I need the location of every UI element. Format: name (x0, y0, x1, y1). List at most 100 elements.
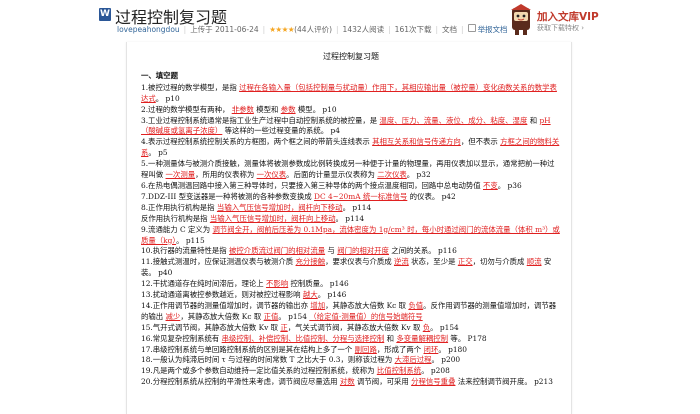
section-title: 一、填空题 (141, 70, 178, 80)
answer-text: 顺流 (526, 257, 542, 267)
question-text: 调节阀，可采用 (354, 377, 412, 387)
answer-text: 阀门的相对开度 (337, 246, 389, 256)
word-doc-icon: W (99, 8, 111, 21)
question-q11: 11.接触式测温时，应保证测温仪表与被测介质 充分接触，要求仪表与介质成 逆流 … (141, 257, 561, 279)
answer-text: 多变量解耦控制 (396, 333, 449, 343)
question-q5: 5.一种测量体与被测介质接触，测量体将被测参数成比例转换成另一种便于计量的物理量… (141, 159, 561, 181)
question-q1: 1.被控过程的数学模型，是指 过程在各输入量（包括控制量与扰动量）作用下，其相应… (141, 83, 561, 105)
question-text: 6.在热电偶测温回路中接入第三种导体时，只要接入第三种导体的两个接点温度相同，回… (141, 180, 483, 190)
answer-text: 正 (280, 322, 288, 332)
question-text: 15.气开式调节阀，其静态放大倍数 Kv 取 (141, 322, 281, 332)
answer-text: 串级控制、补偿控制、比值控制、分程与选择控制 (221, 333, 385, 343)
question-text: ，气关式调节阀，其静态放大倍数 Kv 取 (287, 322, 423, 332)
question-text: 14.正作用调节器的测量值增加时，调节器的输出亦 (141, 300, 311, 310)
page-title: 过程控制复习题 (323, 52, 379, 61)
report-label: 举报文档 (477, 25, 508, 34)
question-text: 10.执行器的流量特性是指 (141, 246, 230, 256)
question-text: 17.串级控制系统与单回路控制系统的区别是其在结构上多了一个 (141, 344, 355, 354)
question-q9: 9.流通能力 C 定义为 调节阀全开，阀前后压差为 0.1Mpa，流体密度为 1… (141, 225, 561, 247)
question-text: ，其静态放大倍数 Kc 取 (180, 311, 264, 321)
upload-date: 上传于 2011-06-24 (190, 25, 259, 34)
question-text: 模型和 (253, 104, 281, 114)
uploader-link[interactable]: lovepeahongdou (117, 25, 180, 34)
question-text: 8.正作用执行机构是指 (141, 202, 217, 212)
question-q20: 20.分程控制系统从控制的平滑性来考虑，调节阀应尽量选用 对数 调节阀，可采用 … (141, 377, 561, 388)
question-q18: 18.一般认为纯滞后时间 τ 与过程的时间常数 T 之比大于 0.3，则称该过程… (141, 355, 561, 366)
question-q6: 6.在热电偶测温回路中接入第三种导体时，只要接入第三种导体的两个接点温度相同，回… (141, 181, 561, 192)
question-q17: 17.串级控制系统与单回路控制系统的区别是其在结构上多了一个 副回路，形成了两个… (141, 345, 561, 356)
answer-text: 增加 (310, 300, 326, 310)
question-text: 。 p10 (155, 93, 180, 103)
rating-count: (44人评价) (294, 25, 333, 34)
question-text: 3.工业过程控制系统通常是指工业生产过程中自动控制系统的被控量，是 (141, 115, 380, 125)
question-text: 。 p154 (278, 311, 310, 321)
question-q2: 2.过程的数学模型有两种， 非参数 模型和 参数 模型。 p10 (141, 105, 561, 116)
answer-text: 大滞后过程 (394, 355, 432, 365)
question-text: 。 p146 (317, 290, 347, 300)
answer-text: 非参数 (231, 104, 254, 114)
question-text: 7.DDZ-III 型变送器是一种将被测的各种参数变换成 (141, 191, 315, 201)
answer-text: 被控介质流过阀门的相对流量 (229, 246, 326, 256)
answer-text: 越大 (302, 290, 318, 300)
download-count: 161次下载 (394, 25, 432, 34)
question-q15: 15.气开式调节阀，其静态放大倍数 Kv 取 正，气关式调节阀，其静态放大倍数 … (141, 323, 561, 334)
question-text: 。后面的计量显示仪表称为 (286, 170, 378, 180)
question-q14: 14.正作用调节器的测量值增加时，调节器的输出亦 增加 ，其静态放大倍数 Kc 取… (141, 301, 561, 323)
answer-text: 比值控制系统 (376, 366, 422, 376)
question-q16: 16.常见复杂控制系统有 串级控制、补偿控制、比值控制、分程与选择控制 和 多变… (141, 334, 561, 345)
answer-text: 温度、压力、流量、液位、成分、粘度、湿度 (379, 115, 528, 125)
question-text: 。 p114 (335, 213, 365, 223)
answer-text: 当输入气压信号增加时，阀杆向上移动 (209, 213, 336, 223)
question-q4: 4.表示过程控制系统控制关系的方框图，两个框之间的带箭头连线表示 其相互关系和信… (141, 137, 561, 159)
answer-text: 当输入气压信号增加时，阀杆向下移动 (216, 202, 343, 212)
answer-text: 副回路 (354, 344, 377, 354)
doc-header: W 过程控制复习题 lovepeahongdou | 上传于 2011-06-2… (0, 0, 700, 42)
question-text: 2.过程的数学模型有两种， (141, 104, 232, 114)
answer-text: 不影响 (265, 279, 289, 289)
answer-text: 分程信号重叠 (411, 377, 456, 387)
question-text: 。 p180 (438, 344, 467, 354)
question-text: ，切勿与介质成 (472, 257, 527, 267)
report-link[interactable]: 举报文档 (467, 24, 508, 35)
answer-text: 减少 (165, 311, 181, 321)
question-text: 的仪表。 p42 (407, 191, 456, 201)
question-text: 16.常见复杂控制系统有 (141, 333, 222, 343)
answer-text: 负值 (408, 300, 424, 310)
vip-mascot-icon[interactable] (509, 4, 533, 37)
question-text: 。 p5 (148, 148, 168, 158)
doc-meta: lovepeahongdou | 上传于 2011-06-24 | ★★★★ (… (117, 24, 508, 35)
question-text: 法来控制调节阀开度。 p213 (455, 377, 553, 387)
answer-text: 充分接触 (295, 257, 326, 267)
vip-join-link[interactable]: 加入文库VIP (537, 9, 599, 24)
vip-download-privilege-link[interactable]: 获取下载特权 › (537, 23, 584, 33)
rating-stars: ★★★★ (269, 25, 295, 34)
question-q13: 13.扰动通道离被控参数越近，则对被控过程影响 越大。 p146 (141, 290, 561, 301)
question-text: 11.接触式测温时，应保证测温仪表与被测介质 (141, 257, 296, 267)
question-q8: 8.正作用执行机构是指 当输入气压信号增加时，阀杆向下移动。 p114 反作用执… (141, 203, 561, 225)
question-text: 4.表示过程控制系统控制关系的方框图，两个框之间的带箭头连线表示 (141, 137, 373, 147)
answer-text: （给定值-测量值）的信号始端符号 (309, 311, 423, 321)
question-text: 19.凡是两个或多个参数自动维持一定比值关系的过程控制系统，统称为 (141, 366, 377, 376)
question-text: 和 (527, 115, 540, 125)
question-text: 1.被控过程的数学模型，是指 (141, 82, 240, 92)
question-text: 20.分程控制系统从控制的平滑性来考虑，调节阀应尽量选用 (141, 377, 340, 387)
question-text: 。 p36 (497, 180, 522, 190)
question-text: 控制质量。 p146 (288, 279, 349, 289)
answer-text: 正交 (457, 257, 473, 267)
question-text: 。 p114 (342, 202, 372, 212)
question-text: 。 p208 (421, 366, 450, 376)
read-count: 1432人阅读 (342, 25, 385, 34)
question-text: 等。 P178 (448, 333, 487, 343)
question-text: 12.干扰通道存在纯时间滞后，理论上 (141, 279, 266, 289)
question-text: 和 (384, 333, 397, 343)
question-text: 之间的关系。 p116 (388, 246, 457, 256)
question-text: 状态，至少是 (408, 257, 458, 267)
answer-text: 逆流 (393, 257, 409, 267)
answer-text: 其相互关系和信号传递方向 (372, 137, 461, 147)
question-text: 。 p154 (430, 322, 459, 332)
doc-info-link[interactable]: 文档 (442, 24, 457, 35)
answer-text: 参数 (280, 104, 296, 114)
question-text: ，但不表示 (460, 137, 501, 147)
question-text: ，所用的仪表称为 (195, 170, 257, 180)
answer-text: 二次仪表 (377, 170, 407, 180)
